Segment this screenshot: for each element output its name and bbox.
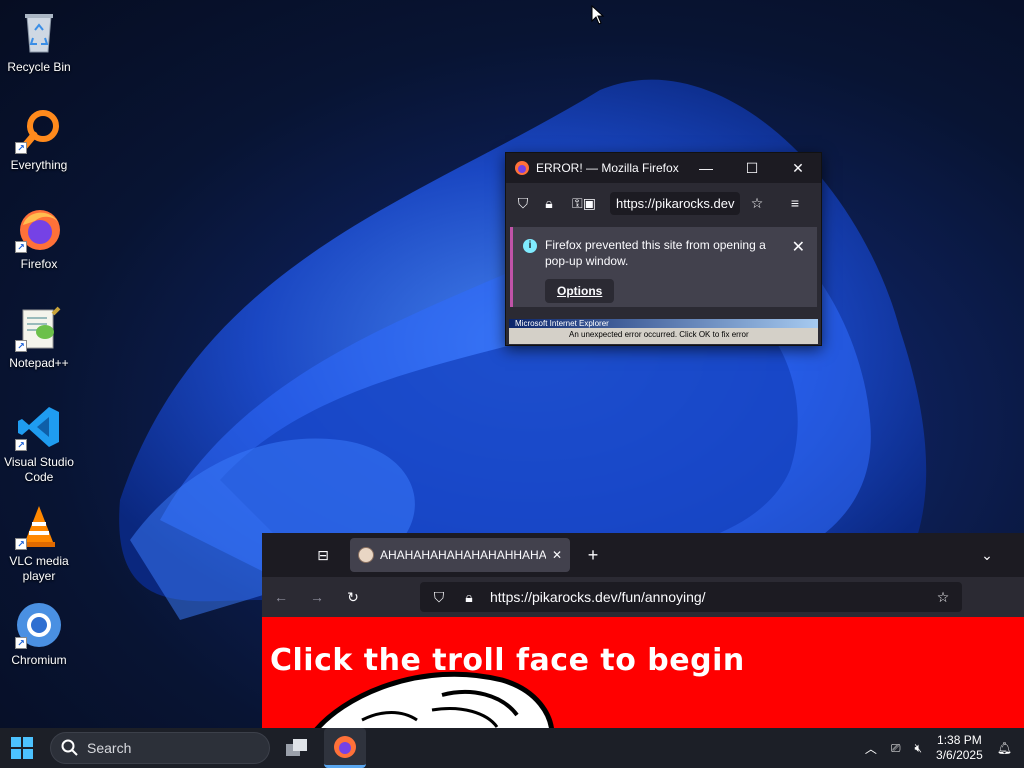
desktop-icon-label: Visual Studio Code xyxy=(4,455,74,484)
firefox-view-icon[interactable]: ⊟ xyxy=(314,546,332,564)
maximize-button[interactable]: ☐ xyxy=(729,153,775,183)
close-button[interactable]: ✕ xyxy=(775,153,821,183)
windows-logo-icon xyxy=(11,737,33,759)
desktop-icon-label: Everything xyxy=(10,158,68,172)
popup-blocked-notification: i Firefox prevented this site from openi… xyxy=(510,227,817,307)
desktop-icon-everything[interactable]: ↗ Everything xyxy=(0,106,78,173)
tab-active[interactable]: AHAHAHAHAHAHAHAHHAHAHAH ✕ xyxy=(350,538,570,572)
notification-close-icon[interactable]: ✕ xyxy=(792,237,805,257)
troll-favicon-icon xyxy=(358,547,374,563)
info-icon: i xyxy=(523,239,537,253)
firefox-icon xyxy=(334,735,356,758)
firefox-popup-window[interactable]: ERROR! — Mozilla Firefox — ☐ ✕ ⛉ 🔒︎ ⚿▣ h… xyxy=(505,152,822,346)
desktop-icon-label: Firefox xyxy=(20,257,58,271)
shortcut-arrow-icon: ↗ xyxy=(15,142,27,154)
bookmark-star-icon[interactable]: ☆ xyxy=(748,194,766,212)
show-hidden-icons-chevron-icon[interactable]: ︿ xyxy=(865,740,877,757)
recycle-bin-icon xyxy=(15,8,63,56)
navigation-toolbar: ← → ↻ ⛉ 🔒︎ https://pikarocks.dev/fun/ann… xyxy=(262,577,1024,617)
clock-date: 3/6/2025 xyxy=(936,748,983,762)
shortcut-arrow-icon: ↗ xyxy=(15,637,27,649)
options-button[interactable]: Options xyxy=(545,279,615,303)
desktop-icon-recycle-bin[interactable]: Recycle Bin xyxy=(0,8,78,75)
shortcut-arrow-icon: ↗ xyxy=(15,538,27,550)
network-display-icon[interactable]: ⎚ xyxy=(891,741,901,756)
clock[interactable]: 1:38 PM 3/6/2025 xyxy=(936,733,983,763)
popup-url-bar: ⛉ 🔒︎ ⚿▣ https://pikarocks.dev ☆ ≡ xyxy=(506,183,821,223)
vscode-icon: ↗ xyxy=(15,403,63,451)
tab-title: AHAHAHAHAHAHAHAHHAHAHAH xyxy=(380,548,546,562)
bookmark-star-icon[interactable]: ☆ xyxy=(934,588,952,606)
firefox-main-window[interactable]: ⊟ AHAHAHAHAHAHAHAHHAHAHAH ✕ + ⌄ ← → ↻ ⛉ … xyxy=(262,533,1024,728)
minimize-button[interactable]: — xyxy=(683,153,729,183)
desktop-icon-label: Recycle Bin xyxy=(7,60,71,74)
shield-icon[interactable]: ⛉ xyxy=(514,194,532,212)
notification-message: Firefox prevented this site from opening… xyxy=(545,238,766,268)
desktop-icon-label: Chromium xyxy=(11,653,67,667)
desktop-icon-vlc[interactable]: ↗ VLC media player xyxy=(0,502,78,584)
notifications-bell-icon[interactable]: 🔔︎ xyxy=(997,741,1012,755)
list-tabs-chevron-icon[interactable]: ⌄ xyxy=(978,546,996,564)
desktop-icon-firefox[interactable]: ↗ Firefox xyxy=(0,205,78,272)
vlc-icon: ↗ xyxy=(15,502,63,550)
shortcut-arrow-icon: ↗ xyxy=(15,340,27,352)
popup-url-text[interactable]: https://pikarocks.dev xyxy=(610,191,740,215)
lock-icon[interactable]: 🔒︎ xyxy=(460,588,478,606)
desktop-icon-notepad-plus-plus[interactable]: ↗ Notepad++ xyxy=(0,304,78,371)
taskbar-search-box[interactable]: Search xyxy=(50,732,270,764)
shortcut-arrow-icon: ↗ xyxy=(15,439,27,451)
page-content[interactable]: Click the troll face to begin xyxy=(262,617,1024,728)
tab-bar: ⊟ AHAHAHAHAHAHAHAHHAHAHAH ✕ + ⌄ xyxy=(262,533,1024,577)
taskbar: Search ︿ ⎚ 🔇︎ 1:38 PM 3/6/2025 🔔︎ xyxy=(0,728,1024,768)
task-view-button[interactable] xyxy=(276,728,318,768)
page-headline: Click the troll face to begin xyxy=(270,643,745,678)
system-tray: ︿ ⎚ 🔇︎ 1:38 PM 3/6/2025 🔔︎ xyxy=(865,733,1024,763)
search-icon xyxy=(61,739,78,756)
shortcut-arrow-icon: ↗ xyxy=(15,241,27,253)
sound-muted-icon[interactable]: 🔇︎ xyxy=(914,741,922,756)
fake-ie-error-dialog: Microsoft Internet Explorer An unexpecte… xyxy=(509,319,818,344)
everything-search-icon: ↗ xyxy=(15,106,63,154)
clock-time: 1:38 PM xyxy=(937,733,982,747)
lock-icon[interactable]: 🔒︎ xyxy=(540,194,558,212)
mouse-cursor-icon xyxy=(591,5,605,25)
url-text[interactable]: https://pikarocks.dev/fun/annoying/ xyxy=(490,589,922,605)
permissions-icon[interactable]: ⚿▣ xyxy=(566,194,602,212)
tab-close-icon[interactable]: ✕ xyxy=(552,548,562,562)
desktop-icon-label: Notepad++ xyxy=(9,356,69,370)
ie-dialog-message: An unexpected error occurred. Click OK t… xyxy=(569,330,749,339)
url-bar[interactable]: ⛉ 🔒︎ https://pikarocks.dev/fun/annoying/… xyxy=(420,582,962,612)
desktop-icon-label: VLC media player xyxy=(9,554,69,583)
start-button[interactable] xyxy=(0,728,44,768)
desktop-icon-chromium[interactable]: ↗ Chromium xyxy=(0,601,78,668)
chromium-icon: ↗ xyxy=(15,601,63,649)
reload-icon[interactable]: ↻ xyxy=(344,588,362,606)
taskbar-firefox-button[interactable] xyxy=(324,728,366,768)
menu-hamburger-icon[interactable]: ≡ xyxy=(786,194,804,212)
popup-titlebar[interactable]: ERROR! — Mozilla Firefox — ☐ ✕ xyxy=(506,153,821,183)
search-placeholder: Search xyxy=(87,740,132,756)
firefox-icon: ↗ xyxy=(15,205,63,253)
firefox-icon xyxy=(515,161,529,175)
ie-dialog-title: Microsoft Internet Explorer xyxy=(509,319,818,328)
new-tab-icon[interactable]: + xyxy=(584,545,602,565)
back-arrow-icon[interactable]: ← xyxy=(272,588,290,606)
shield-icon[interactable]: ⛉ xyxy=(430,588,448,606)
popup-window-title: ERROR! — Mozilla Firefox xyxy=(536,161,679,175)
task-view-icon xyxy=(286,739,307,756)
desktop-icon-vscode[interactable]: ↗ Visual Studio Code xyxy=(0,403,78,485)
forward-arrow-icon[interactable]: → xyxy=(308,588,326,606)
notepad-plus-plus-icon: ↗ xyxy=(15,304,63,352)
